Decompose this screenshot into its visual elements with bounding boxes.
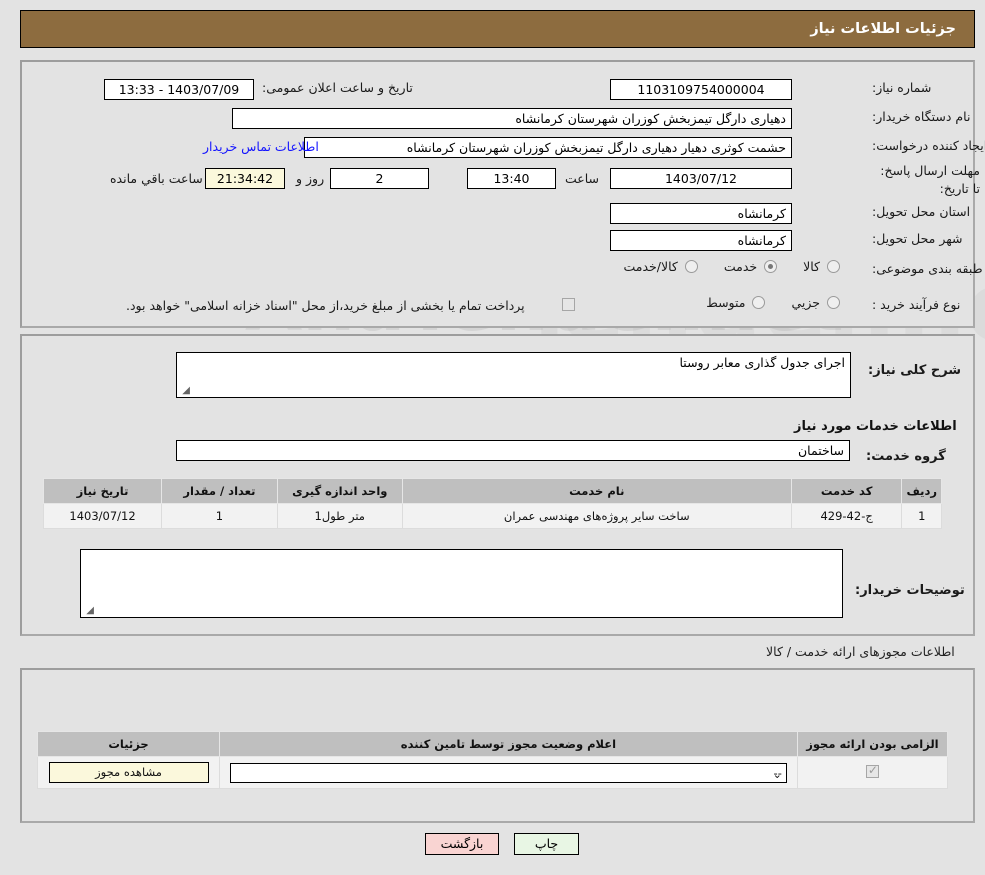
purchase-process-radio-0[interactable] [827,296,840,309]
delivery-city-field[interactable]: کرمانشاه [610,230,792,251]
services-cell-name: ساخت سایر پروژه‌های مهندسی عمران [401,503,792,529]
buyer-notes-label: توضیحات خریدار: [855,583,965,598]
buyer-notes-textarea[interactable]: ◢ [80,549,843,618]
permit-status-select[interactable]: -- ⌄ [230,762,787,783]
permit-required-checkbox[interactable] [865,763,879,778]
delivery-province-label: استان محل تحویل: [872,204,971,219]
permit-details-cell: مشاهده مجوز [36,756,221,789]
services-cell-qty: 1 [161,503,278,529]
resize-grip-icon[interactable]: ◢ [180,386,190,396]
purchase-process-radio-label: جزیي [791,295,820,310]
back-button[interactable]: بازگشت [425,833,499,855]
buyer-org-field[interactable]: دهیاری دارگل تیمزبخش کوزران شهرستان کرما… [232,108,792,129]
purchase-process-option[interactable]: متوسط [706,295,766,310]
print-button[interactable]: چاپ [514,833,579,855]
treasury-bonds-checkbox[interactable] [562,298,575,311]
purchase-process-radio-label: متوسط [706,295,746,310]
subject-category-radio-group[interactable]: کالا خدمت کالا/خدمت [540,259,840,274]
deadline-date-field[interactable]: 1403/07/12 [610,168,792,189]
subject-category-radio-0[interactable] [827,260,840,273]
announce-datetime-label: تاریخ و ساعت اعلان عمومی: [262,80,413,95]
services-cell-code: ج-42-429 [790,503,903,529]
subject-category-radio-2[interactable] [684,260,698,273]
request-creator-label: ایجاد کننده درخواست: [872,138,985,153]
subject-category-option[interactable]: خدمت [723,259,778,274]
services-col-header: نام خدمت [401,478,792,504]
chevron-down-icon: ⌄ [772,767,782,781]
need-number-field[interactable]: 1103109754000004 [610,79,792,100]
general-description-label: شرح کلی نیاز: [868,363,962,378]
permit-status-cell: -- ⌄ [219,756,798,789]
purchase-process-label: نوع فرآیند خرید : [872,297,961,312]
service-group-field[interactable]: ساختمان [176,440,850,461]
deadline-time-field[interactable]: 13:40 [467,168,556,189]
treasury-bonds-text: پرداخت تمام یا بخشی از مبلغ خرید،از محل … [126,298,525,313]
services-table: ردیف کد خدمت نام خدمت واحد اندازه گیری تعداد… [42,478,942,529]
subject-category-radio-1[interactable] [764,260,778,273]
services-col-header: واحد اندازه گیری [276,478,403,504]
request-creator-field[interactable]: حشمت کوثری دهیار دهیاری دارگل تیمزبخش کو… [304,137,792,158]
permits-heading: اطلاعات مجوزهای ارائه خدمت / کالا [766,644,955,659]
subject-category-label: طبقه بندی موضوعی: [872,261,983,276]
services-table-header-row: ردیف کد خدمت نام خدمت واحد اندازه گیری تعداد… [42,478,942,504]
subject-category-radio-label: کالا/خدمت [623,259,678,274]
permits-table-header-row: الزامی بودن ارائه مجوز اعلام وضعیت مجوز ت… [36,731,949,757]
services-col-header: کد خدمت [790,478,903,504]
need-info-panel [20,60,975,328]
delivery-province-field[interactable]: کرمانشاه [610,203,792,224]
purchase-process-option[interactable]: جزیي [791,295,840,310]
deadline-label: مهلت ارسال پاسخ: تا تاریخ: [880,163,980,196]
services-cell-date: 1403/07/12 [42,503,163,529]
permits-col-header: الزامی بودن ارائه مجوز [796,731,949,757]
permits-col-header: اعلام وضعیت مجوز توسط تامین کننده [219,731,798,757]
subject-category-option[interactable]: کالا/خدمت [623,259,698,274]
subject-category-radio-label: کالا [803,259,820,274]
resize-grip-icon[interactable]: ◢ [84,606,94,616]
page-title: جزئیات اطلاعات نیاز [810,21,956,37]
buyer-org-label: نام دستگاه خریدار: [872,109,971,124]
purchase-process-radio-1[interactable] [752,296,766,309]
services-col-header: تعداد / مقدار [161,478,278,504]
table-row: 1 ج-42-429 ساخت سایر پروژه‌های مهندسی عمرا… [42,503,942,529]
permit-required-cell [796,756,949,789]
page-header-bar: جزئیات اطلاعات نیاز [20,10,975,48]
remaining-time-suffix: ساعت باقي مانده [110,171,203,186]
need-number-label: شماره نیاز: [872,80,932,95]
general-description-textarea[interactable]: اجرای جدول گذاری معابر روستا ◢ [176,352,851,398]
delivery-city-label: شهر محل تحویل: [872,231,963,246]
deadline-time-label: ساعت [565,171,600,186]
remaining-days-label: روز و [296,171,325,186]
general-description-value: اجرای جدول گذاری معابر روستا [679,355,846,370]
services-section-heading: اطلاعات خدمات مورد نیاز [794,419,957,434]
remaining-time-field: 21:34:42 [205,168,285,189]
permits-table: الزامی بودن ارائه مجوز اعلام وضعیت مجوز ت… [36,731,949,789]
buyer-contact-link[interactable]: اطلاعات تماس خریدار [203,139,319,154]
permits-col-header: جزئیات [36,731,221,757]
subject-category-radio-label: خدمت [723,259,758,274]
services-cell-unit: متر طول1 [276,503,403,529]
remaining-days-field[interactable]: 2 [330,168,429,189]
service-group-label: گروه خدمت: [866,449,946,464]
purchase-process-radio-group[interactable]: جزیي متوسط [660,295,840,310]
announce-datetime-field[interactable]: 1403/07/09 - 13:33 [104,79,254,100]
view-permit-button[interactable]: مشاهده مجوز [48,762,209,783]
services-cell-row: 1 [901,503,942,529]
subject-category-option[interactable]: کالا [803,259,840,274]
table-row: --⌄ مشاهده مجوز [36,756,949,789]
services-col-header: تاریخ نیاز [42,478,163,504]
services-col-header: ردیف [901,478,942,504]
